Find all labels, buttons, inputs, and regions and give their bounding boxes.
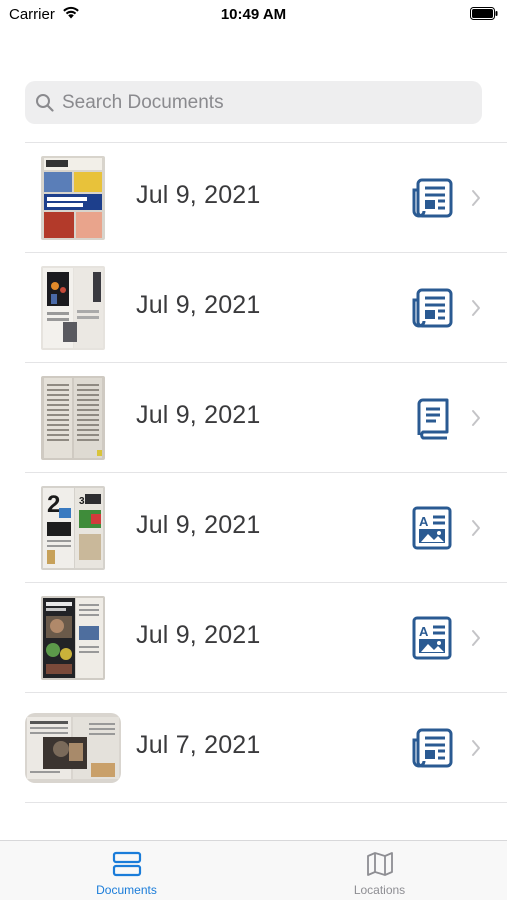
- tab-locations-label: Locations: [353, 883, 406, 897]
- document-date: Jul 9, 2021: [136, 181, 261, 209]
- chevron-right-icon: [472, 190, 480, 206]
- newspaper-icon: [412, 728, 453, 768]
- search-bar[interactable]: [25, 81, 482, 124]
- document-thumbnail: 2 3: [41, 486, 105, 570]
- document-list: Jul 9, 2021 Jul 9, 2021 Jul 9, 2021 2 3 …: [25, 142, 507, 803]
- document-date: Jul 7, 2021: [136, 731, 261, 759]
- document-date: Jul 9, 2021: [136, 401, 261, 429]
- book-icon: [417, 398, 449, 440]
- document-row[interactable]: Jul 9, 2021: [25, 363, 507, 473]
- tab-bar: Documents Locations: [0, 840, 507, 900]
- svg-text:A: A: [419, 624, 429, 639]
- chevron-right-icon: [472, 520, 480, 536]
- tab-documents-label: Documents: [96, 883, 157, 897]
- document-thumbnail: [41, 376, 105, 460]
- svg-text:A: A: [419, 514, 429, 529]
- document-row[interactable]: Jul 7, 2021: [25, 693, 507, 803]
- status-bar: Carrier 10:49 AM: [0, 0, 507, 30]
- document-row[interactable]: 2 3 Jul 9, 2021 A: [25, 473, 507, 583]
- document-row[interactable]: Jul 9, 2021: [25, 253, 507, 363]
- document-row[interactable]: Jul 9, 2021: [25, 143, 507, 253]
- document-thumbnail: [25, 713, 121, 783]
- document-date: Jul 9, 2021: [136, 291, 261, 319]
- map-icon: [366, 852, 393, 876]
- chevron-right-icon: [472, 630, 480, 646]
- svg-text:2: 2: [47, 491, 60, 518]
- document-thumbnail: [41, 156, 105, 240]
- battery-icon: [470, 7, 498, 20]
- search-icon: [36, 94, 54, 112]
- chevron-right-icon: [472, 740, 480, 756]
- magazine-icon: A: [412, 506, 452, 550]
- documents-tab-icon: [112, 851, 141, 877]
- newspaper-icon: [412, 178, 453, 218]
- magazine-icon: A: [412, 616, 452, 660]
- document-thumbnail: [41, 266, 105, 350]
- tab-locations[interactable]: Locations: [253, 841, 506, 900]
- tab-documents[interactable]: Documents: [0, 841, 253, 900]
- search-input[interactable]: [62, 81, 472, 124]
- document-thumbnail: [41, 596, 105, 680]
- document-row[interactable]: Jul 9, 2021 A: [25, 583, 507, 693]
- document-date: Jul 9, 2021: [136, 511, 261, 539]
- svg-text:3: 3: [79, 496, 85, 507]
- newspaper-icon: [412, 288, 453, 328]
- chevron-right-icon: [472, 300, 480, 316]
- document-date: Jul 9, 2021: [136, 621, 261, 649]
- chevron-right-icon: [472, 410, 480, 426]
- status-time: 10:49 AM: [220, 6, 287, 23]
